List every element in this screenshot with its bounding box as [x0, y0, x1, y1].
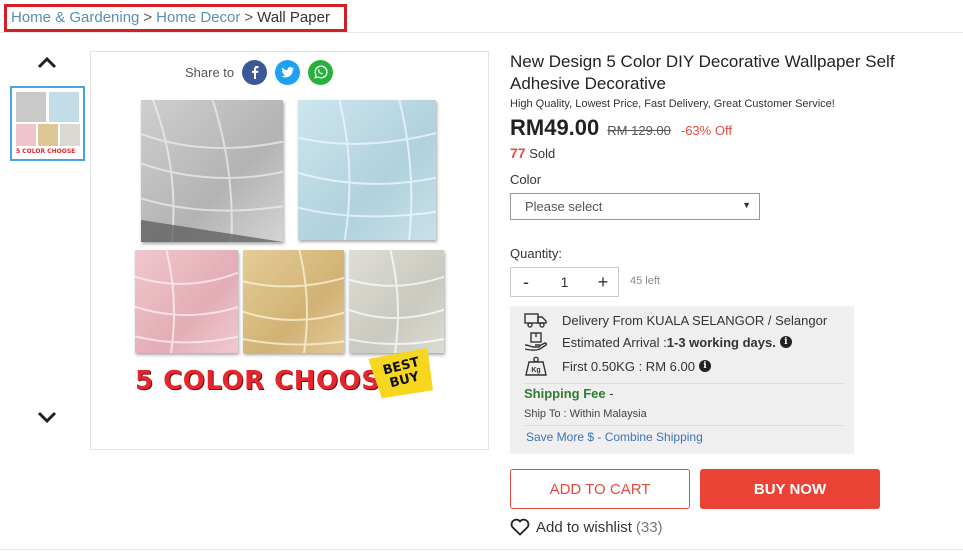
share-label: Share to [185, 64, 235, 80]
heart-icon [510, 518, 530, 536]
product-image-panel: Share to 5 COLOR CHOOSE BEST BUY [90, 51, 489, 450]
weight-kg-icon: Kg [524, 356, 548, 376]
share-bar: Share to [185, 59, 334, 85]
breadcrumb-current: Wall Paper [257, 9, 330, 26]
wishlist-label: Add to wishlist [536, 518, 632, 536]
discount-badge: -63% Off [680, 123, 732, 138]
quantity-input[interactable]: 1 [541, 268, 588, 296]
info-icon[interactable]: i [698, 360, 711, 372]
chevron-down-icon[interactable] [36, 406, 58, 428]
combine-shipping-link[interactable]: Save More $ - Combine Shipping [526, 430, 703, 444]
product-title: New Design 5 Color DIY Decorative Wallpa… [510, 52, 895, 93]
shipping-divider [524, 425, 844, 426]
header-divider [0, 32, 963, 33]
shipping-fee-value: - [609, 386, 614, 401]
breadcrumb-separator: > [244, 9, 254, 26]
wallpaper-swatch-pink [135, 250, 238, 353]
quantity-label: Quantity: [510, 246, 563, 261]
arrival-row: Estimated Arrival : 1-3 working days. i [524, 332, 792, 352]
whatsapp-icon[interactable] [308, 59, 334, 85]
sold-label: Sold [529, 146, 556, 161]
price-row: RM49.00 RM 129.00 -63% Off [510, 115, 732, 141]
wallpaper-swatch-gray [141, 100, 283, 242]
color-select-value: Please select [525, 199, 603, 214]
add-to-cart-button[interactable]: ADD TO CART [510, 469, 690, 509]
wallpaper-swatch-cream [349, 250, 444, 353]
breadcrumb: Home & Gardening > Home Decor > Wall Paper [4, 4, 347, 32]
package-hand-icon [524, 332, 548, 352]
thumb-label: 5 COLOR CHOOSE [16, 148, 76, 155]
breadcrumb-link-home-decor[interactable]: Home Decor [156, 9, 240, 26]
current-price: RM49.00 [510, 115, 600, 140]
sold-number: 77 [510, 145, 526, 161]
facebook-icon[interactable] [242, 59, 268, 85]
dropdown-arrow-icon: ▼ [742, 200, 751, 210]
thumb-swatch-gray [16, 92, 46, 122]
truck-icon [524, 310, 548, 330]
color-choose-banner: 5 COLOR CHOOSE [135, 366, 399, 396]
shipping-fee-label: Shipping Fee [524, 386, 606, 401]
info-icon[interactable]: i [779, 336, 792, 348]
first-rate-text: First 0.50KG : RM 6.00 [562, 358, 695, 374]
chevron-up-icon[interactable] [36, 52, 58, 74]
quantity-stepper: - 1 + [510, 267, 619, 297]
product-subtitle: High Quality, Lowest Price, Fast Deliver… [510, 98, 835, 110]
shipping-panel: Delivery From KUALA SELANGOR / Selangor … [510, 306, 854, 454]
footer-divider [0, 549, 963, 550]
thumbnail-image[interactable]: 5 COLOR CHOOSE [10, 86, 85, 161]
add-to-wishlist-button[interactable]: Add to wishlist (33) [510, 518, 663, 536]
shipping-divider [524, 383, 844, 384]
rate-row: Kg First 0.50KG : RM 6.00 i [524, 356, 711, 376]
quantity-decrement-button[interactable]: - [511, 268, 541, 296]
thumb-swatch-pink [16, 124, 36, 146]
svg-text:Kg: Kg [531, 367, 540, 374]
breadcrumb-separator: > [143, 9, 153, 26]
delivery-from-text: Delivery From KUALA SELANGOR / Selangor [562, 312, 828, 328]
ship-to-text: Ship To : Within Malaysia [524, 408, 647, 420]
sold-count: 77 Sold [510, 145, 555, 161]
thumb-swatch-gold [38, 124, 58, 146]
wishlist-count: (33) [635, 518, 663, 536]
thumb-swatch-cream [60, 124, 80, 146]
shipping-fee-row: Shipping Fee - [524, 386, 614, 401]
breadcrumb-link-home-gardening[interactable]: Home & Gardening [11, 9, 139, 26]
wallpaper-swatch-blue [298, 100, 436, 240]
color-select[interactable]: Please select ▼ [510, 193, 760, 220]
arrival-label: Estimated Arrival : [562, 334, 667, 350]
quantity-increment-button[interactable]: + [588, 268, 618, 296]
wallpaper-swatch-gold [243, 250, 344, 353]
twitter-icon[interactable] [275, 59, 301, 85]
delivery-row: Delivery From KUALA SELANGOR / Selangor [524, 310, 827, 330]
color-label: Color [510, 172, 542, 187]
thumb-swatch-blue [49, 92, 79, 122]
product-info: New Design 5 Color DIY Decorative Wallpa… [510, 51, 950, 110]
buy-now-button[interactable]: BUY NOW [700, 469, 880, 509]
stock-left: 45 left [630, 275, 660, 287]
arrival-value: 1-3 working days. [666, 334, 776, 350]
original-price: RM 129.00 [607, 123, 671, 138]
